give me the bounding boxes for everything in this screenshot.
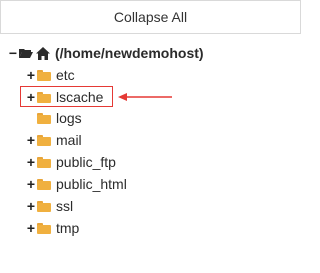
- expand-toggle-icon[interactable]: +: [26, 130, 36, 150]
- expand-toggle-icon[interactable]: +: [26, 65, 36, 85]
- tree-root[interactable]: − (/home/newdemohost): [8, 43, 204, 63]
- folder-icon: [37, 156, 51, 168]
- folder-icon: [37, 69, 51, 81]
- expand-toggle-icon[interactable]: +: [26, 152, 36, 172]
- folder-icon: [37, 200, 51, 212]
- tree-item-mail[interactable]: + mail: [26, 130, 82, 150]
- tree-item-lscache[interactable]: + lscache: [26, 87, 104, 107]
- tree-item-logs[interactable]: logs: [26, 108, 82, 128]
- collapse-toggle-icon[interactable]: −: [8, 43, 18, 63]
- tree-item-label: mail: [56, 132, 82, 148]
- expand-toggle-icon[interactable]: +: [26, 218, 36, 238]
- expand-toggle-icon[interactable]: +: [26, 87, 36, 107]
- home-icon: [36, 46, 50, 60]
- folder-icon: [37, 134, 51, 146]
- tree-item-label: lscache: [56, 89, 104, 105]
- tree-item-label: public_ftp: [56, 154, 116, 170]
- tree-root-label: (/home/newdemohost): [55, 45, 204, 61]
- tree-item-label: etc: [56, 67, 75, 83]
- tree-item-ssl[interactable]: + ssl: [26, 196, 73, 216]
- tree-item-label: ssl: [56, 198, 74, 214]
- expand-toggle-icon[interactable]: +: [26, 174, 36, 194]
- tree-item-label: public_html: [56, 176, 127, 192]
- tree-item-public-ftp[interactable]: + public_ftp: [26, 152, 116, 172]
- file-tree: − (/home/newdemohost) + etc + lscache lo…: [0, 0, 301, 273]
- tree-item-etc[interactable]: + etc: [26, 65, 75, 85]
- expand-toggle-icon[interactable]: +: [26, 196, 36, 216]
- folder-icon: [37, 112, 51, 124]
- tree-item-label: logs: [56, 110, 82, 126]
- tree-item-tmp[interactable]: + tmp: [26, 218, 79, 238]
- folder-icon: [37, 222, 51, 234]
- arrow-left-icon: [118, 93, 172, 101]
- folder-icon: [37, 91, 51, 103]
- tree-item-label: tmp: [56, 220, 80, 236]
- tree-item-public-html[interactable]: + public_html: [26, 174, 127, 194]
- open-folder-icon: [19, 48, 33, 58]
- folder-icon: [37, 178, 51, 190]
